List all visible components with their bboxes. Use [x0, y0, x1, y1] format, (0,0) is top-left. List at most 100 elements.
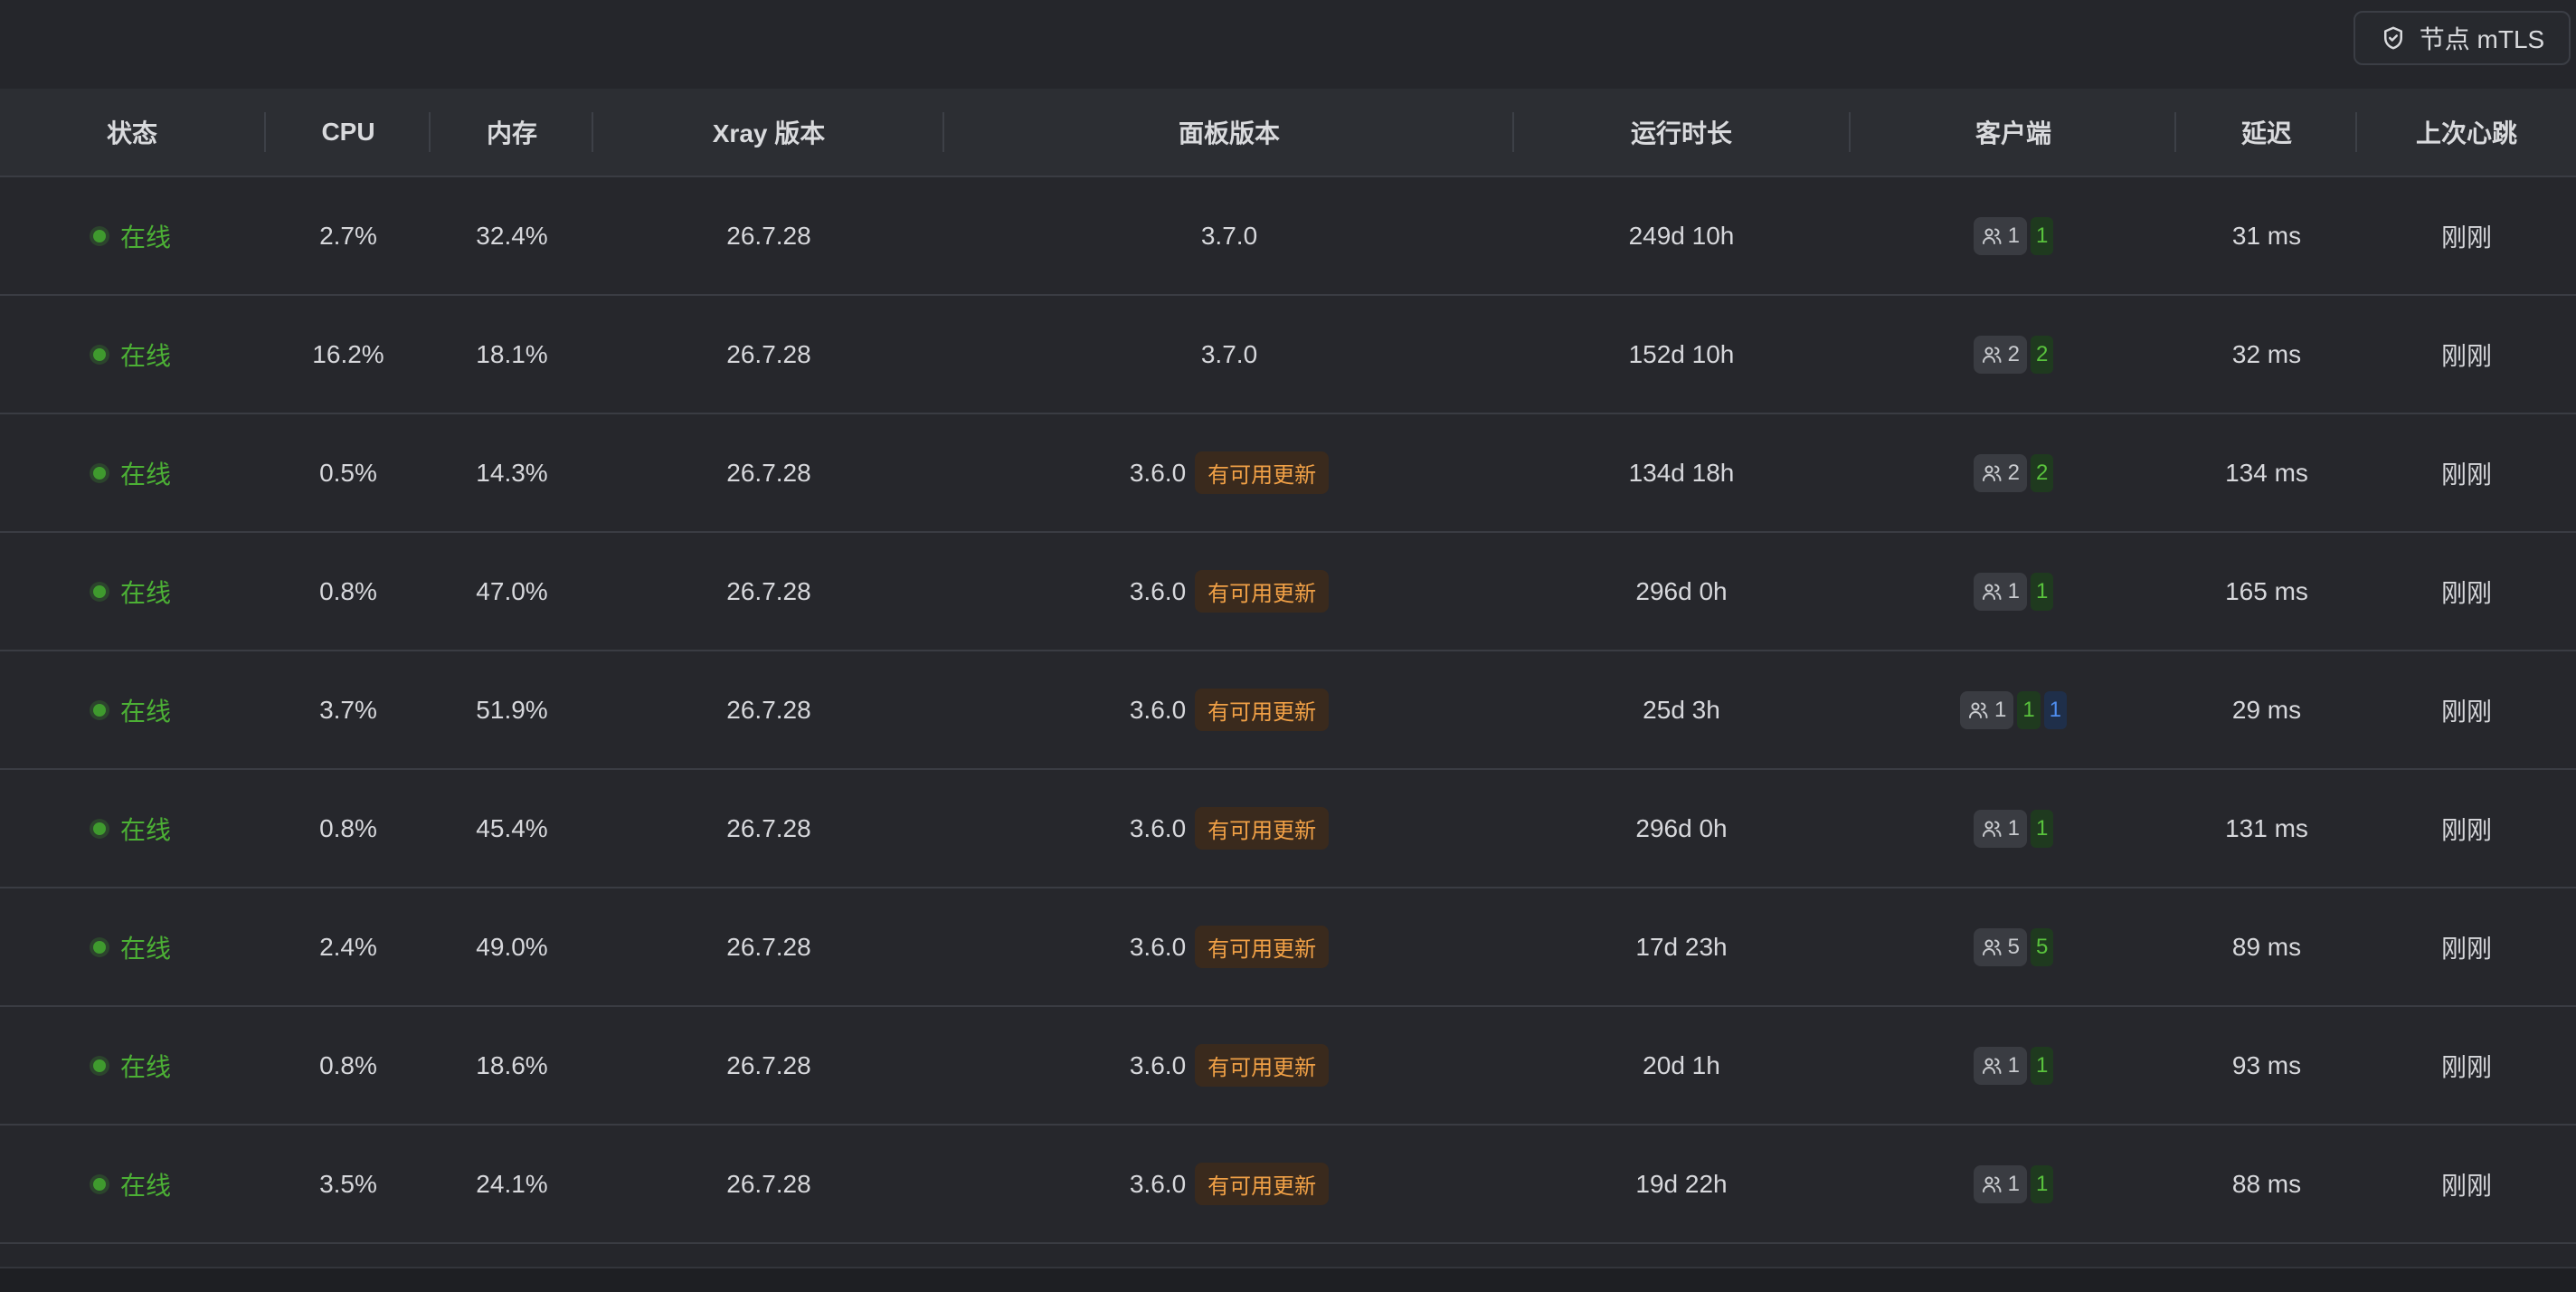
table-row[interactable]: 在线 0.5% 14.3% 26.7.28 3.6.0 有可用更新 134d 1… — [0, 414, 2576, 533]
latency-value: 32 ms — [2231, 339, 2302, 368]
latency-value: 165 ms — [2225, 576, 2308, 605]
table-row[interactable]: 在线 16.2% 18.1% 26.7.28 3.7.0 152d 10h 2 … — [0, 296, 2576, 414]
table-row[interactable]: 在线 3.5% 24.1% 26.7.28 3.6.0 有可用更新 19d 22… — [0, 1126, 2576, 1244]
header-uptime[interactable]: 运行时长 — [1514, 89, 1849, 176]
update-available-badge[interactable]: 有可用更新 — [1195, 1044, 1330, 1087]
uptime-value: 25d 3h — [1643, 695, 1720, 724]
clients-cell[interactable]: 1 1 — [1851, 177, 2176, 294]
xray-version-value: 26.7.28 — [726, 458, 811, 487]
panel-version-cell: 3.7.0 — [944, 177, 1514, 294]
last-heartbeat-value: 刚刚 — [2440, 697, 2492, 726]
header-xray-version[interactable]: Xray 版本 — [593, 89, 944, 176]
clients-cell[interactable]: 1 1 — [1851, 1007, 2176, 1124]
update-available-badge[interactable]: 有可用更新 — [1195, 926, 1330, 968]
table-header: 状态 CPU 内存 Xray 版本 面板版本 运行时长 客户端 延迟 上次心跳 — [0, 89, 2576, 177]
clients-online-badge: 1 — [2031, 1046, 2054, 1085]
cpu-value: 3.5% — [319, 1169, 377, 1198]
xray-version-value: 26.7.28 — [726, 221, 811, 250]
header-memory[interactable]: 内存 — [431, 89, 593, 176]
status-cell: 在线 — [0, 533, 264, 650]
clients-cell[interactable]: 1 1 1 — [1851, 651, 2176, 768]
cpu-value: 0.8% — [319, 813, 377, 842]
clients-online-badge: 2 — [2031, 453, 2054, 492]
top-toolbar: 节点 mTLS — [0, 0, 2576, 89]
last-heartbeat-value: 刚刚 — [2440, 460, 2492, 489]
status-text: 在线 — [119, 1171, 171, 1200]
clients-extra-badge: 1 — [2043, 690, 2068, 729]
clients-cell[interactable]: 1 1 — [1851, 533, 2176, 650]
clients-total-badge: 1 — [1973, 572, 2027, 611]
status-text: 在线 — [119, 341, 171, 370]
clients-total-count: 5 — [2007, 934, 2020, 959]
online-dot-icon — [92, 466, 106, 480]
users-icon — [1982, 347, 2002, 363]
status-cell: 在线 — [0, 177, 264, 294]
clients-cell[interactable]: 1 1 — [1851, 1126, 2176, 1242]
panel-version-cell: 3.6.0 有可用更新 — [944, 1007, 1514, 1124]
clients-total-badge: 1 — [1973, 1164, 2027, 1203]
update-available-badge[interactable]: 有可用更新 — [1195, 1163, 1330, 1205]
status-text: 在线 — [119, 578, 171, 607]
node-mtls-button[interactable]: 节点 mTLS — [2353, 11, 2571, 65]
clients-cell[interactable]: 2 2 — [1851, 414, 2176, 531]
clients-online-badge: 1 — [2031, 572, 2054, 611]
status-text: 在线 — [119, 815, 171, 844]
header-status[interactable]: 状态 — [0, 89, 264, 176]
cpu-value: 16.2% — [312, 339, 384, 368]
online-dot-icon — [92, 584, 106, 598]
cpu-value: 0.8% — [319, 1050, 377, 1079]
memory-value: 18.6% — [476, 1050, 548, 1079]
header-cpu[interactable]: CPU — [266, 89, 431, 176]
bottom-scrollbar[interactable] — [0, 1267, 2576, 1292]
header-latency[interactable]: 延迟 — [2176, 89, 2357, 176]
uptime-value: 19d 22h — [1635, 1169, 1728, 1198]
clients-cell[interactable]: 1 1 — [1851, 770, 2176, 887]
clients-total-count: 2 — [2007, 341, 2020, 366]
header-panel-version[interactable]: 面板版本 — [944, 89, 1514, 176]
nodes-table: 状态 CPU 内存 Xray 版本 面板版本 运行时长 客户端 延迟 上次心跳 … — [0, 89, 2576, 1244]
clients-total-count: 1 — [2007, 223, 2020, 248]
online-dot-icon — [92, 1059, 106, 1072]
update-available-badge[interactable]: 有可用更新 — [1195, 689, 1330, 731]
table-row[interactable]: 在线 0.8% 18.6% 26.7.28 3.6.0 有可用更新 20d 1h… — [0, 1007, 2576, 1126]
users-icon — [1982, 465, 2002, 481]
clients-online-badge: 1 — [2031, 809, 2054, 848]
update-available-badge[interactable]: 有可用更新 — [1195, 807, 1330, 850]
panel-version-value: 3.6.0 — [1129, 1169, 1187, 1198]
header-clients[interactable]: 客户端 — [1851, 89, 2176, 176]
last-heartbeat-value: 刚刚 — [2440, 578, 2492, 607]
uptime-value: 152d 10h — [1628, 339, 1735, 368]
clients-cell[interactable]: 5 5 — [1851, 888, 2176, 1005]
update-available-badge[interactable]: 有可用更新 — [1195, 570, 1330, 613]
table-row[interactable]: 在线 2.7% 32.4% 26.7.28 3.7.0 249d 10h 1 1… — [0, 177, 2576, 296]
clients-total-count: 2 — [2007, 460, 2020, 485]
memory-value: 47.0% — [476, 576, 548, 605]
panel-version-cell: 3.6.0 有可用更新 — [944, 770, 1514, 887]
clients-total-badge: 2 — [1973, 335, 2027, 374]
cpu-value: 0.8% — [319, 576, 377, 605]
clients-cell[interactable]: 2 2 — [1851, 296, 2176, 413]
clients-online-badge: 5 — [2031, 927, 2054, 966]
clients-total-badge: 1 — [1959, 690, 2014, 729]
table-row[interactable]: 在线 0.8% 45.4% 26.7.28 3.6.0 有可用更新 296d 0… — [0, 770, 2576, 888]
last-heartbeat-value: 刚刚 — [2440, 223, 2492, 252]
cpu-value: 2.4% — [319, 932, 377, 961]
panel-version-cell: 3.6.0 有可用更新 — [944, 414, 1514, 531]
memory-value: 24.1% — [476, 1169, 548, 1198]
clients-total-count: 1 — [2007, 578, 2020, 603]
header-last-heartbeat[interactable]: 上次心跳 — [2357, 89, 2576, 176]
latency-value: 93 ms — [2231, 1050, 2302, 1079]
update-available-badge[interactable]: 有可用更新 — [1195, 451, 1330, 494]
node-mtls-label: 节点 mTLS — [2419, 25, 2545, 53]
table-row[interactable]: 在线 0.8% 47.0% 26.7.28 3.6.0 有可用更新 296d 0… — [0, 533, 2576, 651]
status-cell: 在线 — [0, 1126, 264, 1242]
memory-value: 51.9% — [476, 695, 548, 724]
table-row[interactable]: 在线 3.7% 51.9% 26.7.28 3.6.0 有可用更新 25d 3h… — [0, 651, 2576, 770]
status-cell: 在线 — [0, 770, 264, 887]
panel-version-cell: 3.7.0 — [944, 296, 1514, 413]
table-row[interactable]: 在线 2.4% 49.0% 26.7.28 3.6.0 有可用更新 17d 23… — [0, 888, 2576, 1007]
online-dot-icon — [92, 1177, 106, 1191]
clients-total-badge: 2 — [1973, 453, 2027, 492]
clients-online-badge: 1 — [2031, 1164, 2054, 1203]
panel-version-value: 3.6.0 — [1129, 695, 1187, 724]
